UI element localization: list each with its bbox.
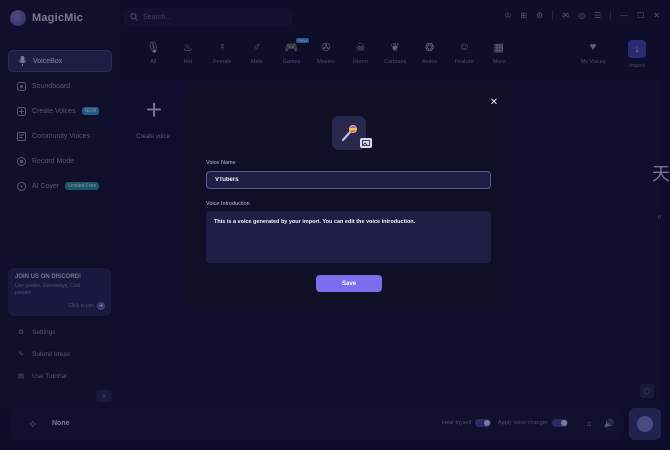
voice-intro-label: Voice Introduction [206, 201, 250, 207]
voice-name-input[interactable] [206, 171, 491, 189]
edit-voice-modal: ✕ Voice Name Voice Introduction This is … [188, 84, 510, 310]
voice-intro-textarea[interactable]: This is a voice generated by your import… [206, 211, 491, 263]
save-button[interactable]: Save [316, 275, 382, 292]
app-window: MagicMic VoiceBox Soundboard Create Voic… [0, 0, 670, 450]
voice-name-label: Voice Name [206, 160, 236, 166]
close-icon[interactable]: ✕ [488, 96, 500, 108]
edit-image-icon[interactable] [360, 138, 372, 148]
